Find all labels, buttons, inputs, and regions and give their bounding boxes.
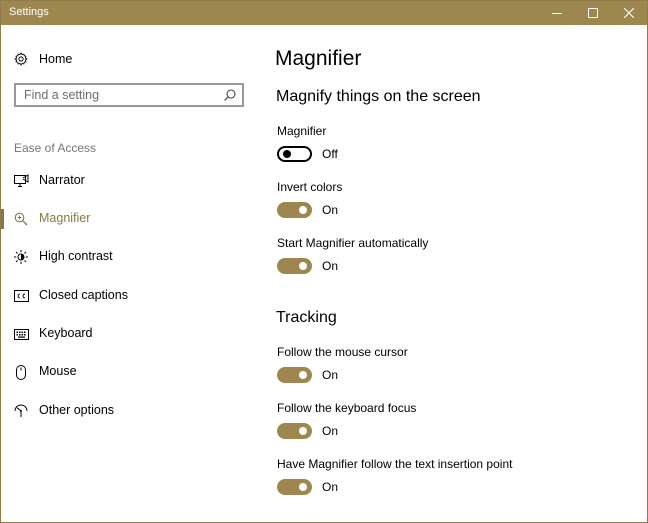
page-title: Magnifier xyxy=(275,47,362,70)
setting-label-magnifier: Magnifier xyxy=(277,124,327,138)
sidebar-item-magnifier[interactable]: Magnifier xyxy=(1,201,261,237)
setting-label-follow-mouse: Follow the mouse cursor xyxy=(277,345,408,359)
toggle-state-text: On xyxy=(322,203,339,217)
toggle-state-text: On xyxy=(322,480,339,494)
invert-colors-toggle-row: On xyxy=(277,202,477,220)
toggle-state-text: Off xyxy=(322,147,338,161)
sidebar-item-high-contrast[interactable]: High contrast xyxy=(1,239,261,275)
start-automatically-toggle-row: On xyxy=(277,258,477,276)
toggle-knob xyxy=(299,206,307,214)
other-options-icon xyxy=(13,403,29,419)
search-icon[interactable] xyxy=(223,88,237,102)
search-input[interactable]: Find a setting xyxy=(14,83,244,107)
sidebar-section-heading: Ease of Access xyxy=(14,141,97,155)
selection-indicator xyxy=(1,209,4,229)
sidebar-item-label: Closed captions xyxy=(39,288,128,302)
toggle-state-text: On xyxy=(322,368,339,382)
title-bar[interactable]: Settings xyxy=(1,1,647,25)
minimize-icon xyxy=(552,13,562,14)
maximize-icon xyxy=(588,8,598,18)
mouse-icon xyxy=(13,364,29,380)
toggle-knob xyxy=(299,483,307,491)
sidebar-item-label: Mouse xyxy=(39,364,77,378)
toggle-state-text: On xyxy=(322,259,339,273)
toggle-knob xyxy=(283,150,291,158)
follow-keyboard-toggle[interactable] xyxy=(277,423,312,439)
follow-text-insertion-toggle[interactable] xyxy=(277,479,312,495)
minimize-button[interactable] xyxy=(539,1,575,25)
sidebar-item-keyboard[interactable]: Keyboard xyxy=(1,316,261,352)
magnifier-toggle[interactable] xyxy=(277,146,312,162)
magnifier-toggle-row: Off xyxy=(277,146,477,164)
follow-mouse-toggle-row: On xyxy=(277,367,477,385)
section-title-magnify: Magnify things on the screen xyxy=(276,88,481,105)
follow-keyboard-toggle-row: On xyxy=(277,423,477,441)
magnifier-icon xyxy=(13,211,29,227)
setting-label-start-automatically: Start Magnifier automatically xyxy=(277,236,429,250)
settings-window: Settings Home Find a setting Ease of Acc… xyxy=(0,0,648,523)
search-placeholder: Find a setting xyxy=(24,88,100,102)
close-icon xyxy=(624,8,634,18)
toggle-knob xyxy=(299,427,307,435)
keyboard-icon xyxy=(13,326,29,342)
sidebar-item-narrator[interactable]: Narrator xyxy=(1,163,261,199)
close-button[interactable] xyxy=(611,1,647,25)
window-title: Settings xyxy=(9,6,49,18)
toggle-knob xyxy=(299,262,307,270)
follow-mouse-toggle[interactable] xyxy=(277,367,312,383)
sidebar-item-label: Keyboard xyxy=(39,326,93,340)
sidebar-item-label: Narrator xyxy=(39,173,85,187)
invert-colors-toggle[interactable] xyxy=(277,202,312,218)
toggle-knob xyxy=(299,371,307,379)
sidebar-item-label: Magnifier xyxy=(39,211,91,225)
setting-label-follow-text-insertion: Have Magnifier follow the text insertion… xyxy=(277,457,513,471)
sidebar-item-label: High contrast xyxy=(39,249,113,263)
setting-label-invert-colors: Invert colors xyxy=(277,180,343,194)
gear-icon xyxy=(13,51,29,67)
home-nav-item[interactable]: Home xyxy=(1,41,261,77)
home-label: Home xyxy=(39,52,73,66)
toggle-state-text: On xyxy=(322,424,339,438)
maximize-button[interactable] xyxy=(575,1,611,25)
sidebar-item-mouse[interactable]: Mouse xyxy=(1,354,261,390)
start-automatically-toggle[interactable] xyxy=(277,258,312,274)
setting-label-follow-keyboard: Follow the keyboard focus xyxy=(277,401,417,415)
narrator-icon xyxy=(13,173,29,189)
settings-content: Home Find a setting Ease of Access Narra… xyxy=(1,25,647,522)
closed-captions-icon xyxy=(13,288,29,304)
high-contrast-icon xyxy=(13,249,29,265)
follow-text-insertion-toggle-row: On xyxy=(277,479,477,497)
sidebar-item-other-options[interactable]: Other options xyxy=(1,393,261,429)
sidebar-item-label: Other options xyxy=(39,403,115,417)
section-title-tracking: Tracking xyxy=(276,309,337,326)
sidebar-item-closed-captions[interactable]: Closed captions xyxy=(1,278,261,314)
